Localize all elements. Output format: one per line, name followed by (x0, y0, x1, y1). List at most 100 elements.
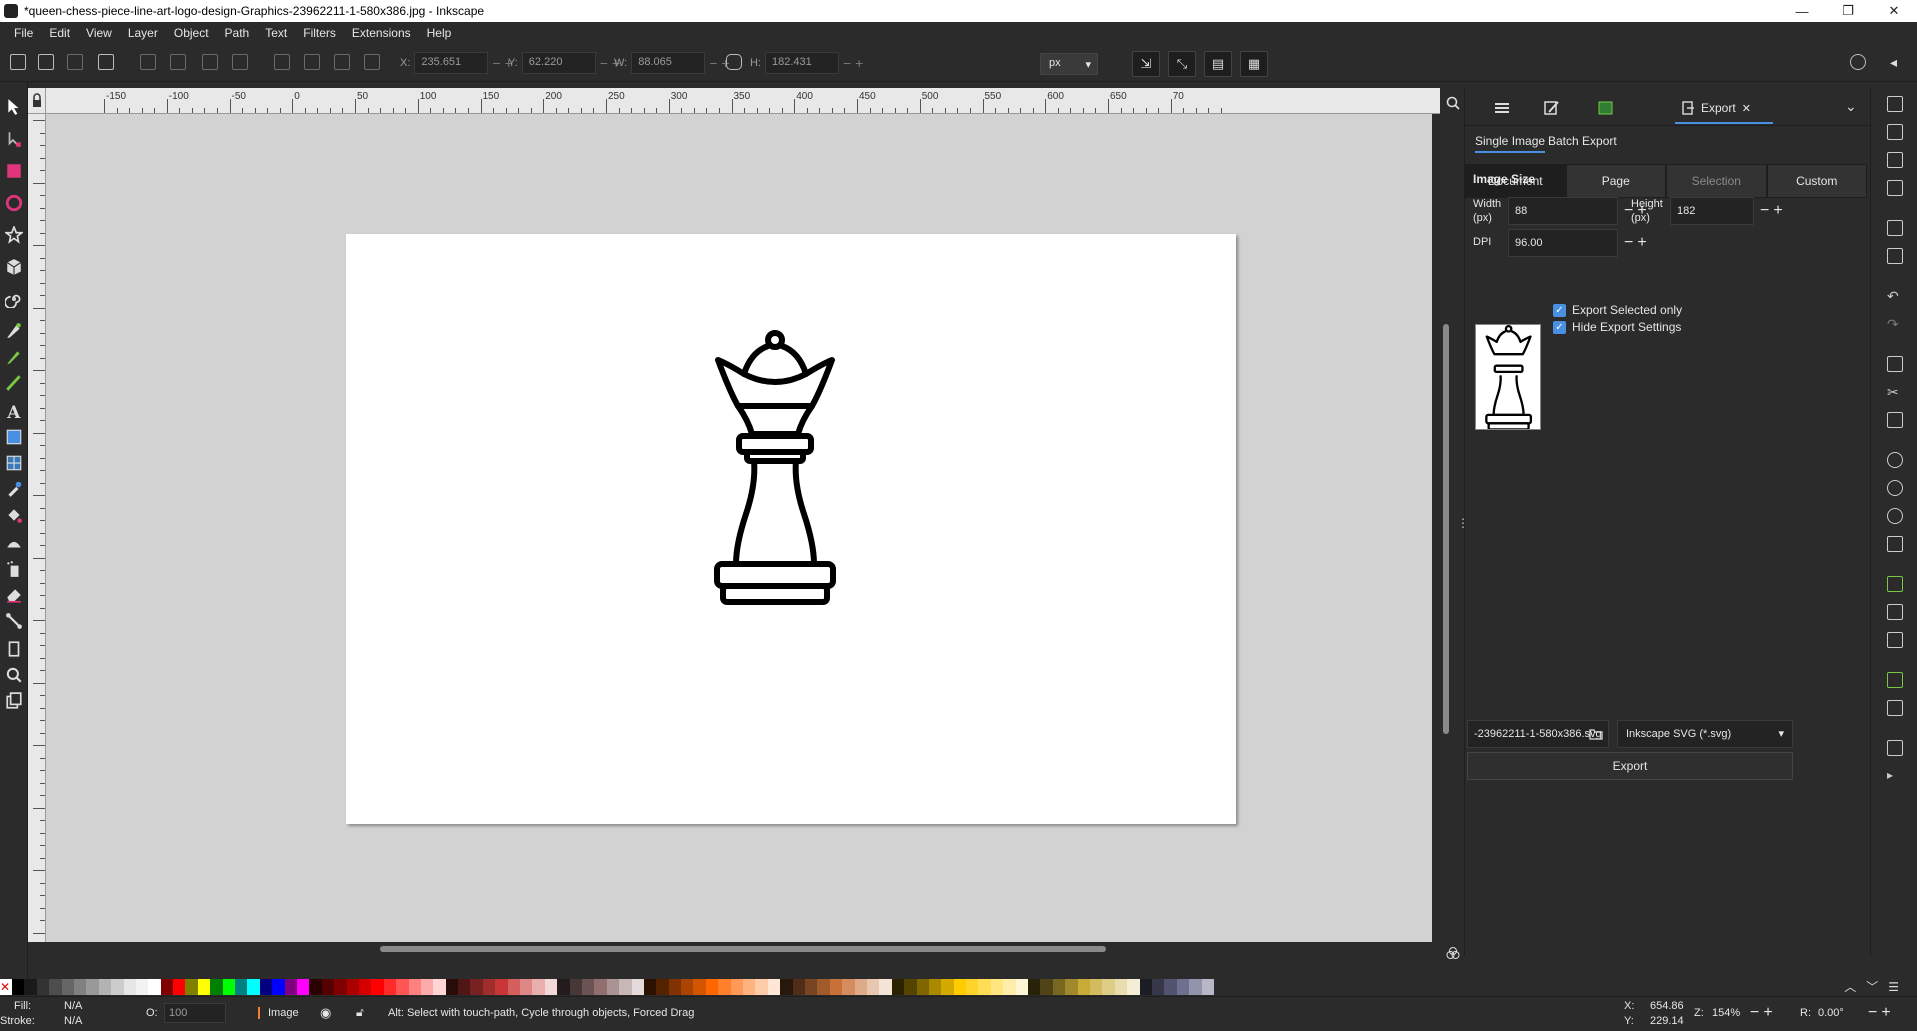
layer-visibility-icon[interactable]: ◉ (320, 1005, 331, 1021)
guide-lock-icon[interactable] (28, 88, 46, 114)
mesh-tool-icon[interactable] (5, 454, 23, 472)
color-swatch[interactable] (148, 979, 161, 995)
export-format-select[interactable]: Inkscape SVG (*.svg) ▾ (1617, 720, 1793, 748)
stroke-value[interactable]: N/A (64, 1015, 82, 1027)
flip-vertical-icon[interactable] (232, 54, 248, 70)
color-swatch[interactable] (458, 979, 471, 995)
color-swatch[interactable] (1151, 979, 1165, 995)
text-tool-icon[interactable]: A (5, 402, 23, 420)
menu-help[interactable]: Help (419, 26, 460, 40)
color-palette[interactable]: ✕ ︿﹀☰ (0, 978, 1917, 996)
color-swatch[interactable] (1089, 979, 1103, 995)
rotate-ccw-icon[interactable] (140, 54, 156, 70)
export-button[interactable]: Export (1467, 752, 1793, 780)
color-swatch[interactable] (668, 979, 682, 995)
color-swatch[interactable] (780, 979, 793, 995)
color-swatch[interactable] (581, 979, 595, 995)
checkmark-icon[interactable]: ✓ (1553, 303, 1566, 317)
menu-path[interactable]: Path (217, 26, 258, 40)
more-icon[interactable]: ▸ (1887, 768, 1903, 784)
color-swatch[interactable] (1176, 979, 1190, 995)
color-swatch[interactable] (854, 979, 867, 995)
color-swatch[interactable] (866, 979, 880, 995)
tab-batch-export[interactable]: Batch Export (1548, 134, 1617, 151)
no-paint-swatch[interactable]: ✕ (0, 979, 12, 995)
dpi-value[interactable]: 96.00 (1508, 229, 1618, 257)
clone-icon[interactable] (1887, 604, 1903, 620)
color-swatch[interactable] (619, 979, 632, 995)
rectangle-tool-icon[interactable] (5, 162, 23, 180)
color-swatch[interactable] (730, 979, 744, 995)
color-swatch[interactable] (346, 979, 359, 995)
save-icon[interactable] (1887, 152, 1903, 168)
ungroup-icon[interactable] (1887, 700, 1903, 716)
color-swatch[interactable] (904, 979, 917, 995)
redo-icon[interactable]: ↷ (1887, 316, 1903, 332)
tab-single-image[interactable]: Single Image (1475, 134, 1546, 153)
area-selection[interactable]: Selection (1666, 164, 1767, 198)
color-swatch[interactable] (247, 979, 260, 995)
export-width-field[interactable]: 88 −+ (1508, 197, 1651, 225)
export-filename-input[interactable]: -23962211-1-580x386.svg (1467, 720, 1609, 748)
color-swatch[interactable] (507, 979, 521, 995)
zoom-corner-icon[interactable] (1446, 96, 1460, 110)
menu-object[interactable]: Object (166, 26, 217, 40)
area-custom[interactable]: Custom (1766, 164, 1867, 198)
color-swatch[interactable] (420, 979, 434, 995)
color-swatch[interactable] (408, 979, 421, 995)
menu-view[interactable]: View (78, 26, 120, 40)
dpi-field[interactable]: 96.00 −+ (1508, 229, 1651, 257)
color-swatch[interactable] (334, 979, 347, 995)
color-swatch[interactable] (12, 979, 25, 995)
color-swatch[interactable] (358, 979, 372, 995)
color-swatch[interactable] (978, 979, 991, 995)
tweak-tool-icon[interactable] (5, 534, 23, 552)
y-value[interactable]: 62.220 (521, 52, 596, 74)
menu-text[interactable]: Text (257, 26, 295, 40)
connector-tool-icon[interactable] (5, 612, 23, 630)
color-swatch[interactable] (284, 979, 297, 995)
color-swatch[interactable] (891, 979, 905, 995)
lock-ratio-icon[interactable] (726, 54, 742, 70)
color-swatch[interactable] (829, 979, 843, 995)
print-icon[interactable] (1887, 180, 1903, 196)
spiral-tool-icon[interactable] (5, 290, 23, 308)
color-swatch[interactable] (383, 979, 397, 995)
x-coordinate-field[interactable]: X: 235.651 −+ (400, 52, 517, 74)
color-swatch[interactable] (321, 979, 335, 995)
copy-icon[interactable] (1887, 356, 1903, 372)
scale-stroke-icon[interactable]: ⇲ (1132, 51, 1160, 77)
export-icon[interactable] (1887, 248, 1903, 264)
color-swatch[interactable] (86, 979, 99, 995)
color-swatch[interactable] (557, 979, 570, 995)
color-swatch[interactable] (681, 979, 694, 995)
flip-horizontal-icon[interactable] (202, 54, 218, 70)
layers-icon[interactable] (1493, 100, 1511, 116)
color-swatch[interactable] (594, 979, 607, 995)
color-swatch[interactable] (941, 979, 954, 995)
cut-icon[interactable]: ✂ (1887, 384, 1903, 400)
color-swatch[interactable] (36, 979, 50, 995)
deselect-icon[interactable] (67, 54, 83, 70)
color-swatch[interactable] (1139, 979, 1152, 995)
y-coordinate-field[interactable]: Y: 62.220 −+ (508, 52, 624, 74)
color-swatch[interactable] (135, 979, 149, 995)
color-swatch[interactable] (532, 979, 545, 995)
canvas[interactable] (46, 114, 1432, 942)
group-icon[interactable] (1887, 672, 1903, 688)
width-field[interactable]: W: 88.065 −+ (614, 52, 734, 74)
color-swatch[interactable] (792, 979, 805, 995)
pages-tool-icon[interactable] (5, 692, 23, 710)
current-layer[interactable]: Image (258, 1007, 299, 1019)
color-swatch[interactable] (24, 979, 37, 995)
color-swatch[interactable] (1040, 979, 1053, 995)
export-width-value[interactable]: 88 (1508, 197, 1618, 225)
export-height-field[interactable]: 182 −+ (1670, 197, 1787, 225)
color-swatch[interactable] (767, 979, 781, 995)
fill-value[interactable]: N/A (64, 1000, 82, 1012)
color-swatch[interactable] (842, 979, 855, 995)
opacity-value[interactable]: 100 (164, 1003, 226, 1023)
height-field[interactable]: H: 182.431 −+ (750, 52, 867, 74)
color-swatch[interactable] (805, 979, 818, 995)
x-value[interactable]: 235.651 (414, 52, 489, 74)
